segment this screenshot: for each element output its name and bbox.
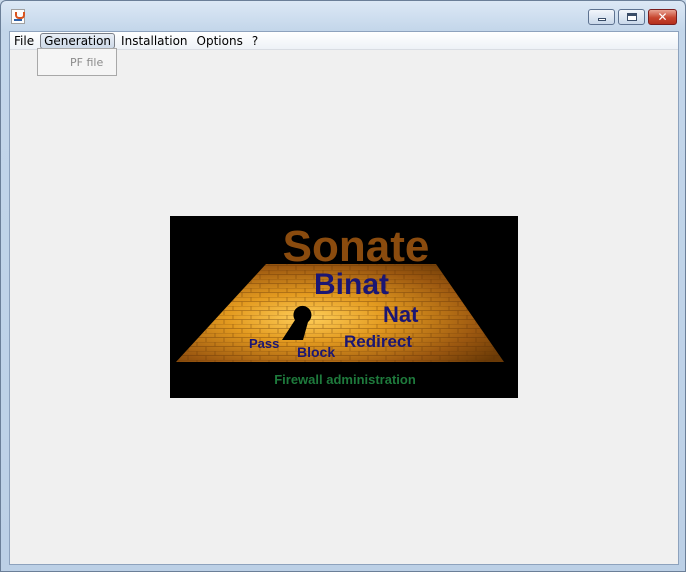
maximize-button[interactable] <box>618 9 645 25</box>
close-icon: ✕ <box>657 10 668 24</box>
sonate-logo: Sonate Binat Nat Redirect Pass Block Fir… <box>170 216 518 398</box>
menu-installation[interactable]: Installation <box>118 33 190 49</box>
logo-word-pass: Pass <box>249 336 279 351</box>
app-window: ✕ File Generation Installation Options ?… <box>0 0 686 572</box>
menu-options[interactable]: Options <box>194 33 246 49</box>
close-button[interactable]: ✕ <box>648 9 677 25</box>
generation-dropdown: PF file <box>37 48 117 76</box>
java-app-icon[interactable] <box>11 9 25 24</box>
menu-file[interactable]: File <box>11 33 37 49</box>
menu-generation[interactable]: Generation <box>40 32 116 49</box>
logo-word-nat: Nat <box>383 302 419 327</box>
maximize-icon <box>627 13 637 21</box>
logo-word-block: Block <box>297 344 335 360</box>
logo-title: Sonate <box>283 222 430 271</box>
logo-artwork: Sonate Binat Nat Redirect Pass Block Fir… <box>176 222 504 387</box>
menu-help[interactable]: ? <box>249 33 261 49</box>
minimize-button[interactable] <box>588 9 615 25</box>
logo-word-redirect: Redirect <box>344 332 412 351</box>
logo-caption: Firewall administration <box>274 372 416 387</box>
title-bar[interactable]: ✕ <box>1 1 685 31</box>
menu-item-pf-file[interactable]: PF file <box>70 56 103 69</box>
logo-word-binat: Binat <box>314 268 389 301</box>
minimize-icon <box>598 18 606 21</box>
main-content: File Generation Installation Options ? P… <box>9 31 679 565</box>
window-controls: ✕ <box>588 9 677 25</box>
